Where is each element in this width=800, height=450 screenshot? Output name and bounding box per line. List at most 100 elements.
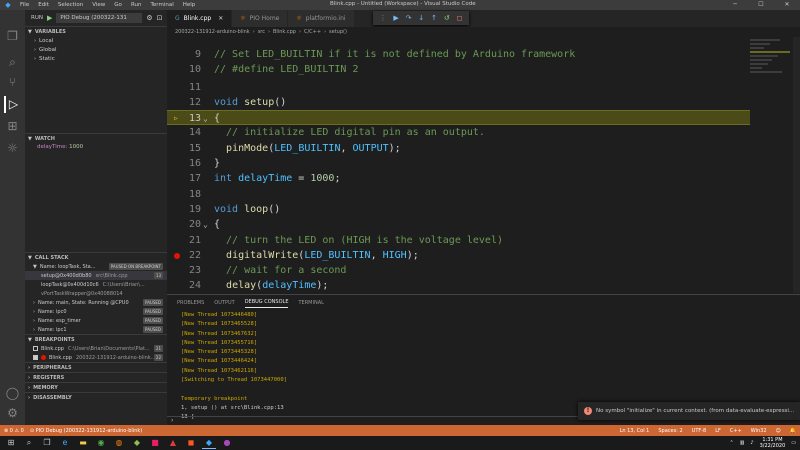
watch-expression[interactable]: delayTime: 1000 [25,143,167,152]
callstack-thread-main[interactable]: ›Name: main, State: Running @CPU0PAUSED [25,298,167,307]
run-debug-icon[interactable]: ▷ [4,96,21,113]
callstack-frame-setup[interactable]: setup@0x400d0b80src\Blink.cpp13 [25,271,167,280]
disassembly-section-header[interactable]: ›DISASSEMBLY [25,392,167,402]
watch-section-header[interactable]: ▼WATCH [25,133,167,143]
current-line-highlight[interactable]: ▷13⌄{ [167,110,757,125]
menu-help[interactable]: Help [183,2,196,8]
volume-icon[interactable]: ♪ [750,440,753,446]
code-line[interactable]: 24 delay(delayTime); [167,278,757,293]
file-explorer-icon[interactable]: ▬ [76,437,90,449]
drag-handle-icon[interactable]: ⋮ [379,14,386,22]
windows-start-icon[interactable]: ⊞ [4,437,18,449]
fold-chevron-icon[interactable]: ⌄ [203,217,208,232]
code-line[interactable]: 22 digitalWrite(LED_BUILTIN, HIGH); [167,248,757,263]
line-ending[interactable]: LF [715,428,721,434]
code-line[interactable]: 9// Set LED_BUILTIN if it is not defined… [167,47,757,62]
close-tab-icon[interactable]: ✕ [218,15,223,22]
tab-pio-home[interactable]: ☼PIO Home [232,10,288,27]
callstack-thread-ipc0[interactable]: ›Name: ipc0PAUSED [25,307,167,316]
tab-terminal[interactable]: TERMINAL [298,300,323,306]
extensions-icon[interactable]: ⊞ [4,118,21,135]
code-line[interactable]: 16} [167,156,757,171]
vscode-taskbar-icon[interactable]: ◆ [202,437,216,449]
step-into-icon[interactable]: ↓ [418,14,424,22]
variables-static[interactable]: ›Static [25,54,167,63]
tab-blink-cpp[interactable]: GBlink.cpp✕ [167,10,232,27]
debug-config-status[interactable]: ⊙ PIO Debug (200322-131912-arduino-blink… [30,428,142,434]
menu-selection[interactable]: Selection [58,2,83,8]
minimap[interactable] [750,37,792,293]
registers-section-header[interactable]: ›REGISTERS [25,372,167,382]
code-line[interactable]: 20⌄{ [167,217,757,232]
tab-problems[interactable]: PROBLEMS [177,300,204,306]
breadcrumb-lang[interactable]: C/C++ [304,29,321,35]
callstack-frame-wrapper[interactable]: vPortTaskWrapper@0x40088014 [25,289,167,298]
error-notification[interactable]: ! No symbol "initialize" in current cont… [578,402,800,420]
menu-terminal[interactable]: Terminal [150,2,173,8]
breakpoint-item[interactable]: Blink.cpp200322-131912-arduino-blink...2… [25,353,167,362]
source-control-icon[interactable]: ⑂ [4,74,21,91]
start-debug-play-icon[interactable]: ▶ [47,14,52,22]
breadcrumb-src[interactable]: src [258,29,265,35]
app-icon[interactable]: ◆ [130,437,144,449]
code-line[interactable]: 17int delayTime = 1000; [167,171,757,186]
platformio-icon[interactable]: ☼ [4,140,21,157]
app-icon[interactable]: ● [220,437,234,449]
notifications-bell-icon[interactable]: 🔔 [790,428,796,434]
menu-view[interactable]: View [92,2,105,8]
code-editor[interactable]: 9// Set LED_BUILTIN if it is not defined… [167,37,800,293]
task-view-icon[interactable]: ❐ [40,437,54,449]
debug-settings-gear-icon[interactable]: ⚙ [146,14,152,22]
breakpoint-checkbox[interactable] [33,355,38,360]
code-line[interactable]: 21 // turn the LED on (HIGH is the volta… [167,233,757,248]
memory-section-header[interactable]: ›MEMORY [25,382,167,392]
debug-console-icon[interactable]: ⊡ [157,14,163,22]
search-icon[interactable]: ⌕ [22,437,36,449]
breakpoint-item[interactable]: Blink.cppC:\Users\Brian\Documents\Plat..… [25,344,167,353]
menu-run[interactable]: Run [131,2,142,8]
code-line[interactable]: 23 // wait for a second [167,263,757,278]
breadcrumb-file[interactable]: Blink.cpp [273,29,296,35]
restart-icon[interactable]: ↺ [444,14,450,22]
tab-output[interactable]: OUTPUT [214,300,234,306]
language-mode[interactable]: C++ [730,428,742,434]
code-line[interactable]: 18 [167,187,757,202]
cursor-position[interactable]: Ln 13, Col 1 [620,428,650,434]
step-over-icon[interactable]: ↷ [406,14,412,22]
breadcrumb-folder[interactable]: 200322-131912-arduino-blink [175,29,250,35]
menu-go[interactable]: Go [114,2,122,8]
firefox-icon[interactable]: ◍ [112,437,126,449]
search-icon[interactable]: ⌕ [4,54,21,71]
variables-section-header[interactable]: ▼VARIABLES [25,26,167,36]
variables-global[interactable]: ›Global [25,45,167,54]
account-icon[interactable]: ◯ [4,385,21,402]
tab-debug-console[interactable]: DEBUG CONSOLE [245,299,289,308]
encoding[interactable]: UTF-8 [692,428,707,434]
editor-scrollbar[interactable] [793,37,800,293]
close-window-button[interactable]: ✕ [774,0,800,10]
code-line[interactable]: 15 pinMode(LED_BUILTIN, OUTPUT); [167,141,757,156]
debug-config-select[interactable]: PIO Debug (200322-131 [56,13,142,23]
variables-local[interactable]: ›Local [25,36,167,45]
network-icon[interactable]: ▥ [740,440,745,446]
stop-icon[interactable]: ◻ [457,14,463,22]
callstack-frame-looptask[interactable]: loopTask@0x400d10c6C:\Users\Brian\... [25,280,167,289]
callstack-thread-ipc1[interactable]: ›Name: ipc1PAUSED [25,325,167,334]
app-icon[interactable]: ▲ [166,437,180,449]
code-line[interactable]: 14 // initialize LED digital pin as an o… [167,125,757,140]
code-line[interactable]: 19void loop() [167,202,757,217]
breakpoint-checkbox[interactable] [33,346,38,351]
continue-icon[interactable]: ▶ [393,14,398,22]
maximize-button[interactable]: ☐ [748,0,774,10]
app-icon[interactable]: ■ [148,437,162,449]
step-out-icon[interactable]: ↑ [431,14,437,22]
callstack-thread-looptask[interactable]: ▼Name: loopTask, Sta...PAUSED ON BREAKPO… [25,262,167,271]
code-line[interactable]: 11 [167,80,757,95]
breakpoints-section-header[interactable]: ▼BREAKPOINTS [25,334,167,344]
problems-status[interactable]: ⊗ 0 ⚠ 0 [4,428,24,434]
system-tray-icon[interactable]: ⌃ [729,440,733,446]
edge-icon[interactable]: e [58,437,72,449]
menu-file[interactable]: File [20,2,29,8]
call-stack-section-header[interactable]: ▼CALL STACK [25,252,167,262]
indentation[interactable]: Spaces: 2 [658,428,682,434]
